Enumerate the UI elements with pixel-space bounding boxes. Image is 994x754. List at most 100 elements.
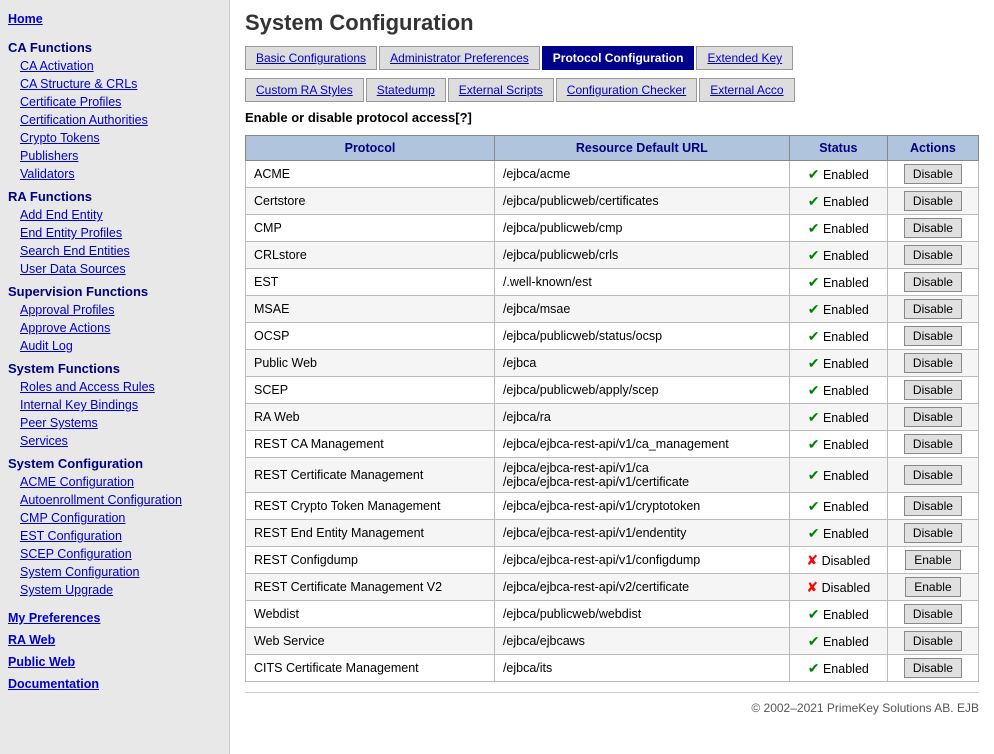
sidebar-item-est-configuration[interactable]: EST Configuration bbox=[0, 527, 229, 545]
protocol-cell: CRLstore bbox=[246, 242, 495, 269]
sidebar-item-system-upgrade[interactable]: System Upgrade bbox=[0, 581, 229, 599]
disable-button[interactable]: Disable bbox=[904, 631, 962, 651]
disable-button[interactable]: Disable bbox=[904, 604, 962, 624]
protocol-cell: SCEP bbox=[246, 377, 495, 404]
disable-button[interactable]: Disable bbox=[904, 380, 962, 400]
sidebar-ra-web[interactable]: RA Web bbox=[0, 629, 229, 651]
status-cell: ✔ Enabled bbox=[789, 601, 887, 628]
sidebar-my-preferences[interactable]: My Preferences bbox=[0, 607, 229, 629]
url-cell: /ejbca bbox=[494, 350, 789, 377]
sidebar-item-audit-log[interactable]: Audit Log bbox=[0, 337, 229, 355]
table-row: CMP/ejbca/publicweb/cmp✔ EnabledDisable bbox=[246, 215, 979, 242]
table-row: OCSP/ejbca/publicweb/status/ocsp✔ Enable… bbox=[246, 323, 979, 350]
disable-button[interactable]: Disable bbox=[904, 218, 962, 238]
protocol-cell: OCSP bbox=[246, 323, 495, 350]
status-cell: ✔ Enabled bbox=[789, 242, 887, 269]
protocol-cell: Certstore bbox=[246, 188, 495, 215]
sidebar-item-system-configuration-link[interactable]: System Configuration bbox=[0, 563, 229, 581]
sidebar-item-approval-profiles[interactable]: Approval Profiles bbox=[0, 301, 229, 319]
disable-button[interactable]: Disable bbox=[904, 326, 962, 346]
disable-button[interactable]: Disable bbox=[904, 353, 962, 373]
action-cell: Disable bbox=[887, 404, 978, 431]
check-icon: ✔ bbox=[808, 193, 820, 209]
url-cell: /ejbca/acme bbox=[494, 161, 789, 188]
tab-basic[interactable]: Basic Configurations bbox=[245, 46, 377, 70]
table-row: Public Web/ejbca✔ EnabledDisable bbox=[246, 350, 979, 377]
table-row: CRLstore/ejbca/publicweb/crls✔ EnabledDi… bbox=[246, 242, 979, 269]
check-icon: ✔ bbox=[808, 436, 820, 452]
disable-button[interactable]: Disable bbox=[904, 658, 962, 678]
disable-button[interactable]: Disable bbox=[904, 191, 962, 211]
tabs-row: Basic Configurations Administrator Prefe… bbox=[245, 46, 979, 70]
sidebar-ra-functions-title: RA Functions bbox=[0, 183, 229, 206]
sidebar-item-scep-configuration[interactable]: SCEP Configuration bbox=[0, 545, 229, 563]
protocol-cell: CITS Certificate Management bbox=[246, 655, 495, 682]
tab-config-checker[interactable]: Configuration Checker bbox=[556, 78, 697, 102]
disable-button[interactable]: Disable bbox=[904, 465, 962, 485]
sidebar-item-services[interactable]: Services bbox=[0, 432, 229, 450]
sidebar-item-approve-actions[interactable]: Approve Actions bbox=[0, 319, 229, 337]
status-cell: ✔ Enabled bbox=[789, 404, 887, 431]
action-cell: Enable bbox=[887, 574, 978, 601]
check-icon: ✔ bbox=[808, 660, 820, 676]
sidebar-item-search-end-entities[interactable]: Search End Entities bbox=[0, 242, 229, 260]
disable-button[interactable]: Disable bbox=[904, 164, 962, 184]
sidebar-item-ca-structure-crls[interactable]: CA Structure & CRLs bbox=[0, 75, 229, 93]
table-row: REST Crypto Token Management/ejbca/ejbca… bbox=[246, 493, 979, 520]
tab-custom-ra[interactable]: Custom RA Styles bbox=[245, 78, 364, 102]
sidebar-item-acme-configuration[interactable]: ACME Configuration bbox=[0, 473, 229, 491]
disable-button[interactable]: Disable bbox=[904, 407, 962, 427]
disable-button[interactable]: Disable bbox=[904, 434, 962, 454]
disable-button[interactable]: Disable bbox=[904, 523, 962, 543]
col-header-url: Resource Default URL bbox=[494, 136, 789, 161]
tab-admin[interactable]: Administrator Preferences bbox=[379, 46, 540, 70]
status-cell: ✔ Enabled bbox=[789, 628, 887, 655]
protocol-table: Protocol Resource Default URL Status Act… bbox=[245, 135, 979, 682]
tab-external-scripts[interactable]: External Scripts bbox=[448, 78, 554, 102]
enable-button[interactable]: Enable bbox=[905, 577, 960, 597]
tab-external-acco[interactable]: External Acco bbox=[699, 78, 794, 102]
url-cell: /ejbca/ejbca-rest-api/v1/cryptotoken bbox=[494, 493, 789, 520]
sidebar-item-internal-key-bindings[interactable]: Internal Key Bindings bbox=[0, 396, 229, 414]
check-icon: ✔ bbox=[808, 220, 820, 236]
url-cell: /ejbca/ejbcaws bbox=[494, 628, 789, 655]
sidebar-item-certificate-profiles[interactable]: Certificate Profiles bbox=[0, 93, 229, 111]
action-cell: Disable bbox=[887, 493, 978, 520]
tab-statedump[interactable]: Statedump bbox=[366, 78, 446, 102]
check-icon: ✔ bbox=[808, 382, 820, 398]
sidebar-item-cmp-configuration[interactable]: CMP Configuration bbox=[0, 509, 229, 527]
table-row: REST Certificate Management/ejbca/ejbca-… bbox=[246, 458, 979, 493]
sidebar-item-roles-access-rules[interactable]: Roles and Access Rules bbox=[0, 378, 229, 396]
sidebar-item-validators[interactable]: Validators bbox=[0, 165, 229, 183]
tab-protocol[interactable]: Protocol Configuration bbox=[542, 46, 695, 70]
disable-button[interactable]: Disable bbox=[904, 272, 962, 292]
disable-button[interactable]: Disable bbox=[904, 245, 962, 265]
status-cell: ✘ Disabled bbox=[789, 547, 887, 574]
page-title: System Configuration bbox=[245, 10, 979, 36]
status-cell: ✔ Enabled bbox=[789, 161, 887, 188]
sidebar-home[interactable]: Home bbox=[0, 8, 229, 34]
check-icon: ✔ bbox=[808, 525, 820, 541]
sidebar-item-autoenrollment-configuration[interactable]: Autoenrollment Configuration bbox=[0, 491, 229, 509]
protocol-cell: REST Certificate Management V2 bbox=[246, 574, 495, 601]
status-cell: ✔ Enabled bbox=[789, 215, 887, 242]
action-cell: Disable bbox=[887, 655, 978, 682]
sidebar-item-crypto-tokens[interactable]: Crypto Tokens bbox=[0, 129, 229, 147]
tab-extended-key[interactable]: Extended Key bbox=[696, 46, 793, 70]
sidebar-item-add-end-entity[interactable]: Add End Entity bbox=[0, 206, 229, 224]
sidebar-documentation[interactable]: Documentation bbox=[0, 673, 229, 695]
table-row: REST End Entity Management/ejbca/ejbca-r… bbox=[246, 520, 979, 547]
sidebar-item-end-entity-profiles[interactable]: End Entity Profiles bbox=[0, 224, 229, 242]
disable-button[interactable]: Disable bbox=[904, 299, 962, 319]
sidebar-item-publishers[interactable]: Publishers bbox=[0, 147, 229, 165]
sidebar-item-ca-activation[interactable]: CA Activation bbox=[0, 57, 229, 75]
url-cell: /ejbca/publicweb/cmp bbox=[494, 215, 789, 242]
action-cell: Disable bbox=[887, 296, 978, 323]
sidebar-public-web[interactable]: Public Web bbox=[0, 651, 229, 673]
protocol-cell: Web Service bbox=[246, 628, 495, 655]
sidebar-item-certification-authorities[interactable]: Certification Authorities bbox=[0, 111, 229, 129]
disable-button[interactable]: Disable bbox=[904, 496, 962, 516]
enable-button[interactable]: Enable bbox=[905, 550, 960, 570]
sidebar-item-peer-systems[interactable]: Peer Systems bbox=[0, 414, 229, 432]
sidebar-item-user-data-sources[interactable]: User Data Sources bbox=[0, 260, 229, 278]
